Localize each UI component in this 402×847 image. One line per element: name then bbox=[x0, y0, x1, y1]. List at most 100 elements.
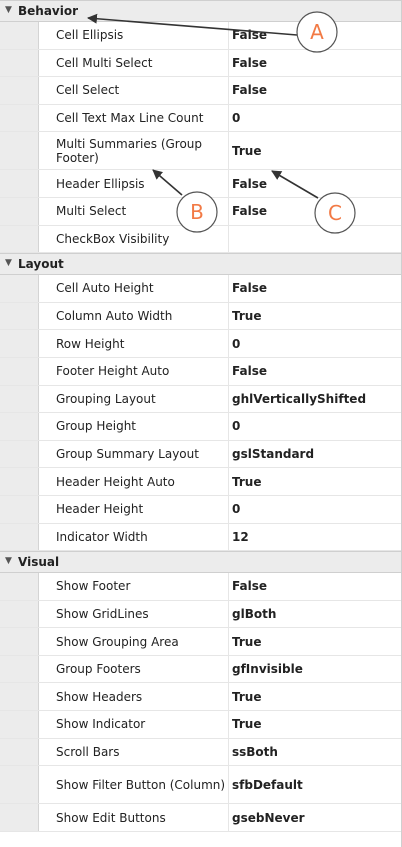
property-row[interactable]: Show Filter Button (Column) sfbDefault bbox=[0, 766, 402, 805]
property-row[interactable]: Cell Ellipsis False bbox=[0, 22, 402, 50]
property-name: Header Height bbox=[56, 502, 144, 517]
property-name: Column Auto Width bbox=[56, 309, 173, 324]
column-divider bbox=[228, 523, 229, 551]
property-value[interactable]: sfbDefault bbox=[232, 766, 398, 803]
property-row[interactable]: CheckBox Visibility bbox=[0, 225, 402, 254]
property-value[interactable]: 0 bbox=[232, 413, 398, 440]
column-divider bbox=[228, 302, 229, 330]
property-name: CheckBox Visibility bbox=[56, 231, 170, 246]
property-value[interactable]: True bbox=[232, 628, 398, 655]
property-name: Group Height bbox=[56, 419, 137, 434]
property-name: Multi Select bbox=[56, 204, 127, 219]
property-value[interactable]: 0 bbox=[232, 105, 398, 132]
property-row[interactable]: Column Auto Width True bbox=[0, 302, 402, 331]
column-divider bbox=[228, 357, 229, 385]
collapse-arrow-icon[interactable]: ▼ bbox=[5, 556, 12, 566]
property-value[interactable]: 0 bbox=[232, 496, 398, 523]
property-value[interactable]: False bbox=[232, 358, 398, 385]
property-value[interactable]: 0 bbox=[232, 330, 398, 357]
category-header[interactable]: ▼ Layout bbox=[0, 253, 402, 276]
property-name: Row Height bbox=[56, 336, 125, 351]
property-row[interactable]: Show Footer False bbox=[0, 573, 402, 601]
property-name: Cell Select bbox=[56, 83, 120, 98]
property-row[interactable]: Header Height 0 bbox=[0, 495, 402, 524]
column-divider bbox=[228, 495, 229, 523]
property-row[interactable]: Cell Auto Height False bbox=[0, 275, 402, 303]
column-divider bbox=[228, 804, 229, 831]
category-header[interactable]: ▼ Behavior bbox=[0, 0, 402, 22]
property-name: Show Edit Buttons bbox=[56, 810, 166, 825]
column-divider bbox=[228, 49, 229, 77]
property-value[interactable] bbox=[232, 226, 398, 253]
property-name: Group Summary Layout bbox=[56, 447, 199, 462]
property-row[interactable]: Row Height 0 bbox=[0, 330, 402, 358]
property-row[interactable]: Group Footers gfInvisible bbox=[0, 655, 402, 684]
property-value[interactable]: ghlVerticallyShifted bbox=[232, 386, 398, 413]
property-value[interactable]: True bbox=[232, 468, 398, 495]
property-value[interactable]: gslStandard bbox=[232, 441, 398, 468]
property-row[interactable]: Show Edit Buttons gsebNever bbox=[0, 804, 402, 832]
property-row[interactable]: Grouping Layout ghlVerticallyShifted bbox=[0, 385, 402, 414]
property-value[interactable]: True bbox=[232, 303, 398, 330]
column-divider bbox=[228, 711, 229, 738]
property-value[interactable]: False bbox=[232, 22, 398, 49]
property-name: Show Filter Button (Column) bbox=[56, 777, 226, 792]
property-value[interactable]: gsebNever bbox=[232, 804, 398, 831]
property-name: Indicator Width bbox=[56, 529, 148, 544]
property-row[interactable]: Show GridLines glBoth bbox=[0, 600, 402, 629]
property-value[interactable]: False bbox=[232, 573, 398, 600]
property-name: Header Ellipsis bbox=[56, 176, 145, 191]
property-value[interactable]: True bbox=[232, 683, 398, 710]
column-divider bbox=[228, 655, 229, 683]
property-row[interactable]: Show Indicator True bbox=[0, 711, 402, 739]
property-row[interactable]: Header Height Auto True bbox=[0, 468, 402, 496]
property-name: Show Footer bbox=[56, 579, 131, 594]
property-value[interactable]: True bbox=[232, 132, 398, 169]
property-name: Cell Auto Height bbox=[56, 281, 154, 296]
column-divider bbox=[228, 197, 229, 225]
property-row[interactable]: Indicator Width 12 bbox=[0, 523, 402, 552]
collapse-arrow-icon[interactable]: ▼ bbox=[5, 5, 12, 15]
property-value[interactable]: ssBoth bbox=[232, 739, 398, 766]
property-name: Show GridLines bbox=[56, 606, 149, 621]
column-divider bbox=[228, 104, 229, 132]
property-value[interactable]: False bbox=[232, 50, 398, 77]
property-name: Cell Ellipsis bbox=[56, 28, 124, 43]
property-name: Cell Multi Select bbox=[56, 55, 153, 70]
collapse-arrow-icon[interactable]: ▼ bbox=[5, 258, 12, 268]
property-row[interactable]: Cell Text Max Line Count 0 bbox=[0, 104, 402, 133]
property-grid: ▼ Behavior Cell Ellipsis False Cell Multi Se… bbox=[0, 0, 402, 832]
property-row[interactable]: Footer Height Auto False bbox=[0, 357, 402, 386]
property-value[interactable]: False bbox=[232, 77, 398, 104]
property-name: Scroll Bars bbox=[56, 744, 120, 759]
property-row[interactable]: Header Ellipsis False bbox=[0, 170, 402, 198]
property-value[interactable]: True bbox=[232, 711, 398, 738]
property-row[interactable]: Group Summary Layout gslStandard bbox=[0, 440, 402, 469]
column-divider bbox=[228, 600, 229, 628]
property-row[interactable]: Scroll Bars ssBoth bbox=[0, 738, 402, 767]
property-value[interactable]: False bbox=[232, 198, 398, 225]
category-header[interactable]: ▼ Visual bbox=[0, 551, 402, 574]
property-row[interactable]: Show Grouping Area True bbox=[0, 628, 402, 656]
property-value[interactable]: False bbox=[232, 275, 398, 302]
property-value[interactable]: gfInvisible bbox=[232, 656, 398, 683]
column-divider bbox=[228, 683, 229, 711]
property-value[interactable]: 12 bbox=[232, 524, 398, 551]
property-row[interactable]: Multi Select False bbox=[0, 197, 402, 226]
property-value[interactable]: False bbox=[232, 170, 398, 197]
property-row[interactable]: Multi Summaries (Group Footer) True bbox=[0, 132, 402, 171]
property-row[interactable]: Cell Select False bbox=[0, 77, 402, 105]
property-row[interactable]: Show Headers True bbox=[0, 683, 402, 712]
property-name: Header Height Auto bbox=[56, 474, 175, 489]
column-divider bbox=[228, 385, 229, 413]
column-divider bbox=[228, 766, 229, 804]
property-name: Grouping Layout bbox=[56, 391, 156, 406]
property-row[interactable]: Cell Multi Select False bbox=[0, 49, 402, 78]
property-name: Footer Height Auto bbox=[56, 364, 170, 379]
property-row[interactable]: Group Height 0 bbox=[0, 413, 402, 441]
column-divider bbox=[228, 573, 229, 600]
column-divider bbox=[228, 22, 229, 49]
property-name: Cell Text Max Line Count bbox=[56, 111, 204, 126]
property-value[interactable]: glBoth bbox=[232, 601, 398, 628]
column-divider bbox=[228, 468, 229, 495]
